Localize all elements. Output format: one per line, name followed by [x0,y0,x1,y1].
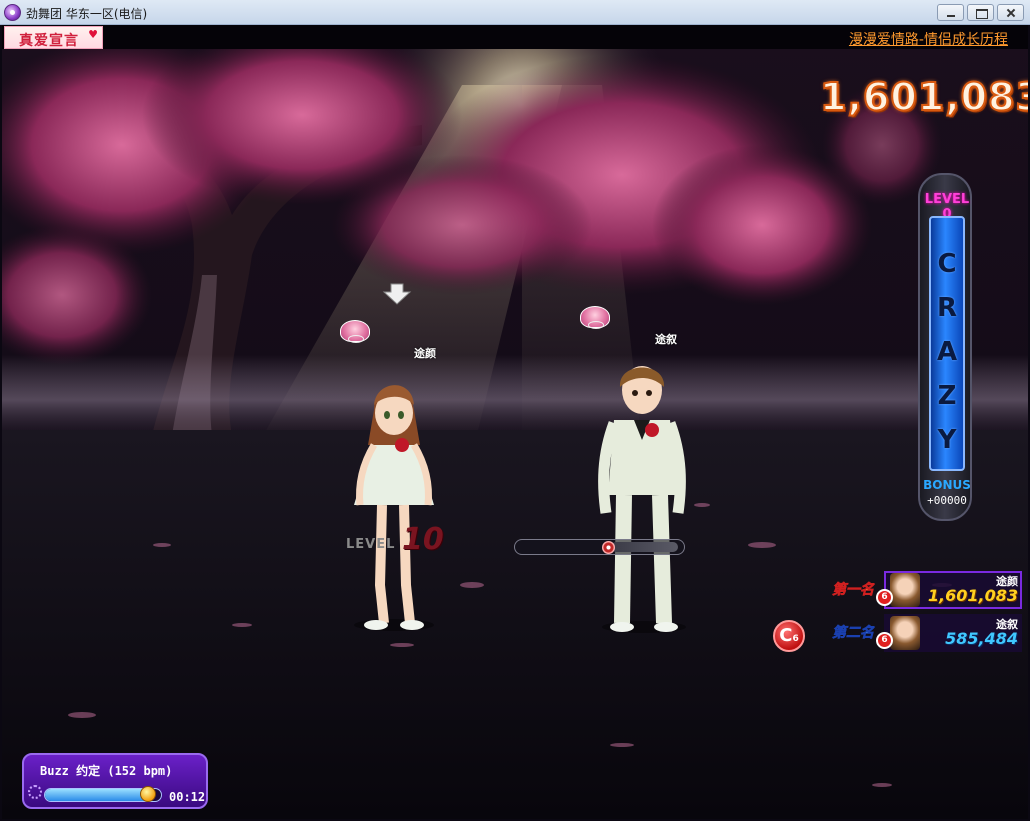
stage-background [2,25,1028,819]
window-controls [937,4,1024,21]
rank-level-badge: 6 [876,632,893,649]
meter-letter: Y [937,425,957,455]
song-time: 00:12 [169,790,206,804]
meter-letter: R [936,293,958,323]
meter-bonus-value: +00000 [927,494,967,507]
rank-place-label: 第二名 [832,625,875,642]
meter-letter: C [937,249,957,279]
close-button[interactable] [997,4,1024,21]
combo-count: 6 [792,634,799,644]
minimize-button[interactable] [937,4,964,21]
down-arrow-icon [382,283,412,305]
song-title: Buzz 约定 (152 bpm) [40,764,173,778]
beat-bar-fill [610,542,678,552]
song-progress-knob [139,786,156,802]
total-score: 1,601,083 [819,74,1028,120]
meter-bonus-label: BONUS [923,478,971,492]
promo-badge-label: 真爱宣言 [19,33,79,49]
beat-bar [514,539,685,555]
rank-score: 1,601,083 [927,586,1018,605]
window-titlebar: 劲舞团 华东一区(电信) [0,0,1030,25]
player-name-tag: 途颜 [414,347,436,360]
level-label: LEVEL [346,537,396,552]
crazy-meter: LEVEL 0 CRAZY BONUS +00000 [918,173,972,521]
couple-emblem-icon [340,320,370,343]
promo-badge[interactable]: 真爱宣言 ♥ [4,26,103,49]
avatar [890,573,920,607]
ranking-row: 第一名 6 途颜 1,601,083 [832,571,1022,609]
rank-score: 585,484 [945,629,1018,648]
couple-emblem-icon [580,306,610,329]
heart-icon: ♥ [88,28,99,41]
level-number: 10 [402,522,444,557]
meter-letter: Z [937,381,957,411]
combo-badge: C6 [773,620,805,652]
beat-marker-icon [601,541,615,554]
combo-letter: C [779,625,793,646]
game-viewport: 真爱宣言 ♥ 漫漫爱情路-情侣成长历程 1,601,083 LEVEL 0 CR… [2,25,1028,819]
avatar [890,616,920,650]
app-logo-icon [4,4,21,21]
growth-history-link[interactable]: 漫漫爱情路-情侣成长历程 [849,29,1008,49]
meter-tube: CRAZY [929,216,965,471]
song-progress-fill [45,789,149,801]
rank-level-badge: 6 [876,589,893,606]
rank-place-label: 第一名 [832,582,875,599]
music-panel: Buzz 约定 (152 bpm) 00:12 [22,753,208,809]
ranking-row: 第二名 6 途叙 585,484 [832,614,1022,652]
player-name-tag: 途叙 [655,333,677,346]
meter-letters: CRAZY [931,242,963,462]
meter-letter: A [936,337,958,367]
maximize-button[interactable] [967,4,994,21]
window-title: 劲舞团 华东一区(电信) [26,7,148,21]
disc-icon [28,785,42,799]
